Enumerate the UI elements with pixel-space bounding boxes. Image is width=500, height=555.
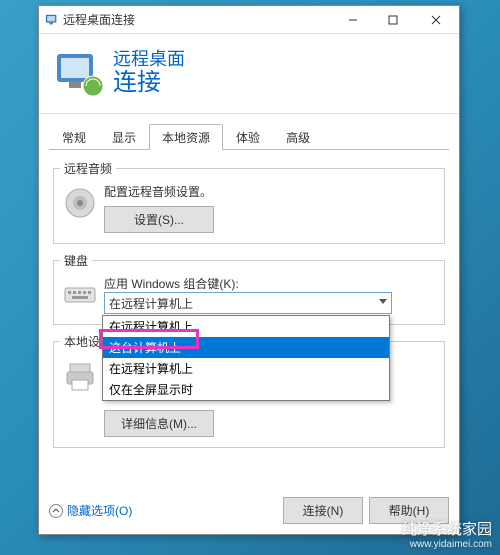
rdp-hero-icon xyxy=(53,48,105,100)
chevron-down-icon xyxy=(379,299,387,304)
printer-icon xyxy=(62,358,98,394)
tab-experience[interactable]: 体验 xyxy=(223,124,273,150)
header: 远程桌面 连接 xyxy=(39,34,459,114)
option-fullscreen[interactable]: 仅在全屏显示时 xyxy=(103,379,389,400)
maximize-button[interactable] xyxy=(373,6,413,33)
minimize-button[interactable] xyxy=(333,6,373,33)
tabstrip: 常规 显示 本地资源 体验 高级 xyxy=(39,114,459,150)
keyboard-label: 应用 Windows 组合键(K): xyxy=(104,275,438,292)
hide-options-toggle[interactable]: 隐藏选项(O) xyxy=(49,502,132,519)
footer: 隐藏选项(O) 连接(N) 帮助(H) xyxy=(49,497,449,524)
remote-audio-text: 配置远程音频设置。 xyxy=(104,183,438,200)
hide-options-label: 隐藏选项(O) xyxy=(67,502,132,519)
header-label1: 远程桌面 xyxy=(113,50,185,70)
audio-settings-button[interactable]: 设置(S)... xyxy=(104,206,214,233)
combo-value: 在远程计算机上 xyxy=(109,295,193,312)
keyboard-dropdown: 在远程计算机上 这台计算机上 在远程计算机上 仅在全屏显示时 xyxy=(102,315,390,401)
app-icon xyxy=(45,13,59,27)
option-remote2[interactable]: 在远程计算机上 xyxy=(103,358,389,379)
group-remote-audio: 远程音频 配置远程音频设置。 设置(S)... xyxy=(53,160,445,244)
group-keyboard: 键盘 应用 Windows 组合键(K): 在远程计算机上 在远程计算机上 这台… xyxy=(53,252,445,325)
tab-display[interactable]: 显示 xyxy=(99,124,149,150)
chevron-up-icon xyxy=(49,504,63,518)
watermark: 纯净系统家园 www.yidaimei.com xyxy=(402,521,492,551)
keyboard-icon xyxy=(62,277,98,313)
legend-remote-audio: 远程音频 xyxy=(60,160,116,177)
more-devices-button[interactable]: 详细信息(M)... xyxy=(104,410,214,437)
connect-button[interactable]: 连接(N) xyxy=(283,497,363,524)
tab-local-resources[interactable]: 本地资源 xyxy=(149,124,223,150)
rdp-window: 远程桌面连接 远程桌面 连接 xyxy=(38,5,460,535)
legend-keyboard: 键盘 xyxy=(60,252,92,269)
header-label2: 连接 xyxy=(113,70,185,96)
window-title: 远程桌面连接 xyxy=(63,11,333,28)
option-local[interactable]: 这台计算机上 xyxy=(103,337,389,358)
titlebar[interactable]: 远程桌面连接 xyxy=(39,6,459,34)
help-button[interactable]: 帮助(H) xyxy=(369,497,449,524)
close-button[interactable] xyxy=(413,6,459,33)
speaker-icon xyxy=(62,185,98,221)
watermark-text: 纯净系统家园 xyxy=(402,521,492,539)
tab-panel: 远程音频 配置远程音频设置。 设置(S)... 键盘 应用 Windows 组合… xyxy=(49,149,449,479)
keyboard-combo[interactable]: 在远程计算机上 xyxy=(104,292,392,314)
tab-advanced[interactable]: 高级 xyxy=(273,124,323,150)
option-remote[interactable]: 在远程计算机上 xyxy=(103,316,389,337)
watermark-url: www.yidaimei.com xyxy=(402,539,492,551)
tab-general[interactable]: 常规 xyxy=(49,124,99,150)
